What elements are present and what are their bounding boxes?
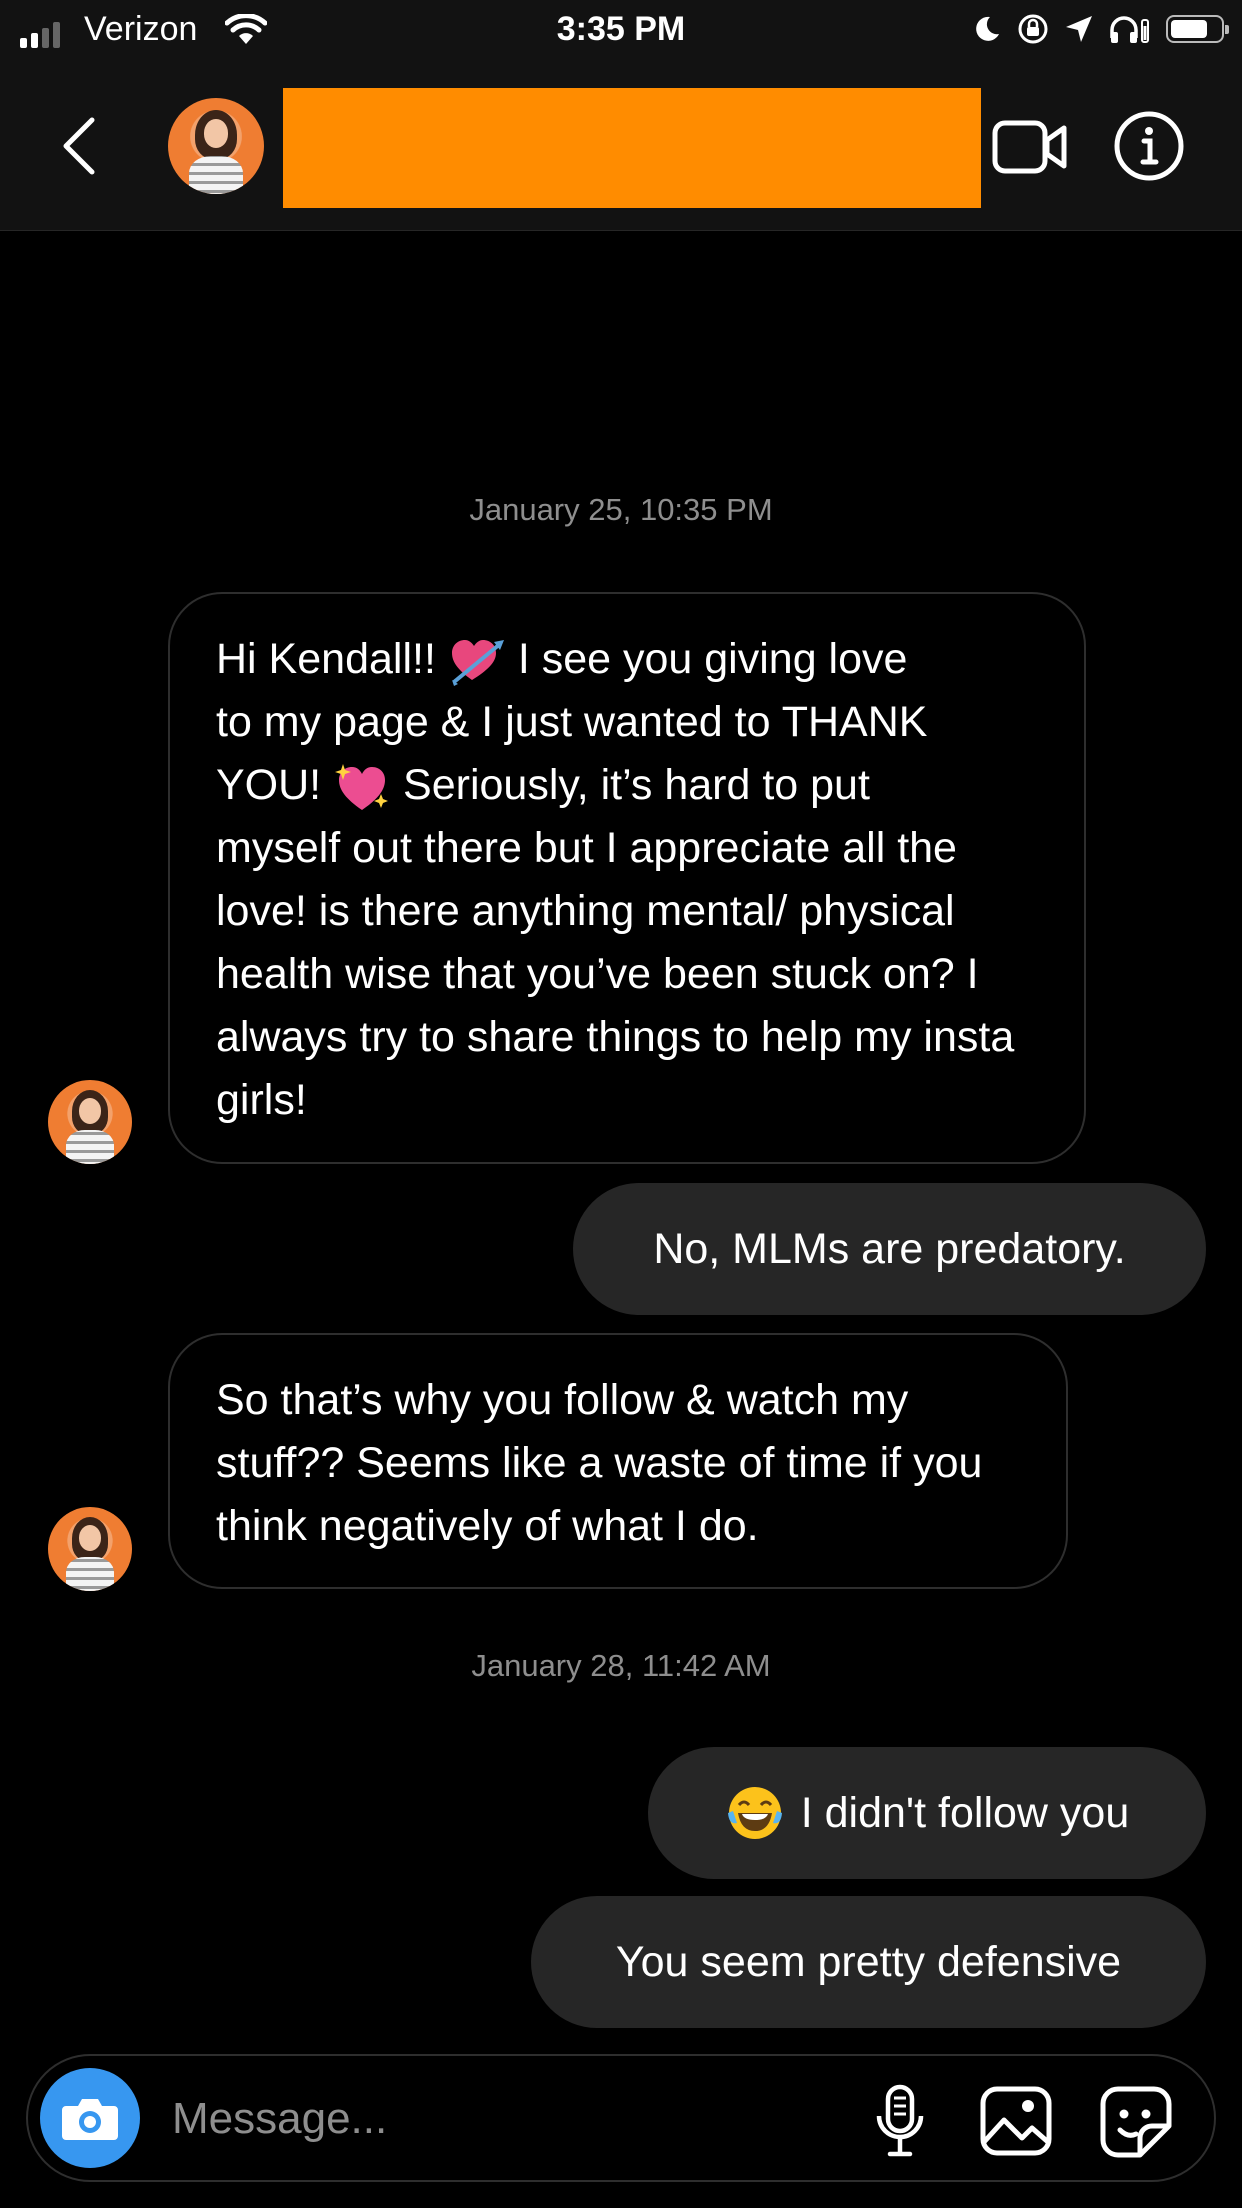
microphone-icon[interactable] [874,2084,926,2158]
video-call-icon[interactable] [992,118,1068,176]
message-text: Seriously, it’s hard to put [403,761,870,809]
battery-icon [1166,15,1229,43]
message-text: YOU! [216,761,322,809]
sparkling-heart-emoji-icon [335,763,389,810]
incoming-message[interactable]: Hi Kendall!! I see you giving love to my… [168,592,1086,1164]
headphones-icon [1110,16,1149,43]
contact-name-redacted[interactable] [283,88,981,208]
message-text: I didn't follow you [800,1788,1130,1837]
message-composer [26,2054,1216,2182]
contact-avatar[interactable] [168,98,264,194]
message-text: myself out there but I appreciate all th… [216,824,1015,1124]
camera-icon [62,2099,118,2140]
outgoing-message[interactable]: I didn't follow you [648,1747,1206,1879]
message-text: Hi Kendall!! [216,635,436,683]
camera-button[interactable] [40,2068,140,2168]
incoming-message[interactable]: So that’s why you follow & watch my stuf… [168,1333,1068,1589]
sender-avatar[interactable] [48,1507,132,1591]
message-text: You seem pretty defensive [615,1937,1122,1986]
message-text: to my page & I just wanted to THANK [216,698,928,746]
laughing-tears-emoji-icon [727,1787,782,1839]
info-icon[interactable] [1113,110,1185,182]
sender-avatar[interactable] [48,1080,132,1164]
outgoing-message[interactable]: No, MLMs are predatory. [573,1183,1206,1315]
chat-header [0,62,1242,231]
gallery-icon[interactable] [980,2086,1052,2156]
back-arrow-icon[interactable] [56,114,100,178]
message-text: I see you giving love [517,635,908,683]
sticker-icon[interactable] [1100,2086,1172,2158]
timestamp: January 25, 10:35 PM [469,492,773,527]
timestamp: January 28, 11:42 AM [471,1648,771,1683]
status-bar: Verizon 3:35 PM [0,0,1242,62]
message-input[interactable] [170,2086,734,2152]
location-icon [1066,16,1092,42]
heart-arrow-emoji-icon [451,639,504,686]
moon-icon [976,16,999,41]
message-text: So that’s why you follow & watch my stuf… [216,1376,983,1550]
status-icons [972,12,1229,46]
orientation-lock-icon [1018,14,1048,44]
message-text: No, MLMs are predatory. [653,1224,1126,1273]
outgoing-message[interactable]: You seem pretty defensive [531,1896,1206,2028]
